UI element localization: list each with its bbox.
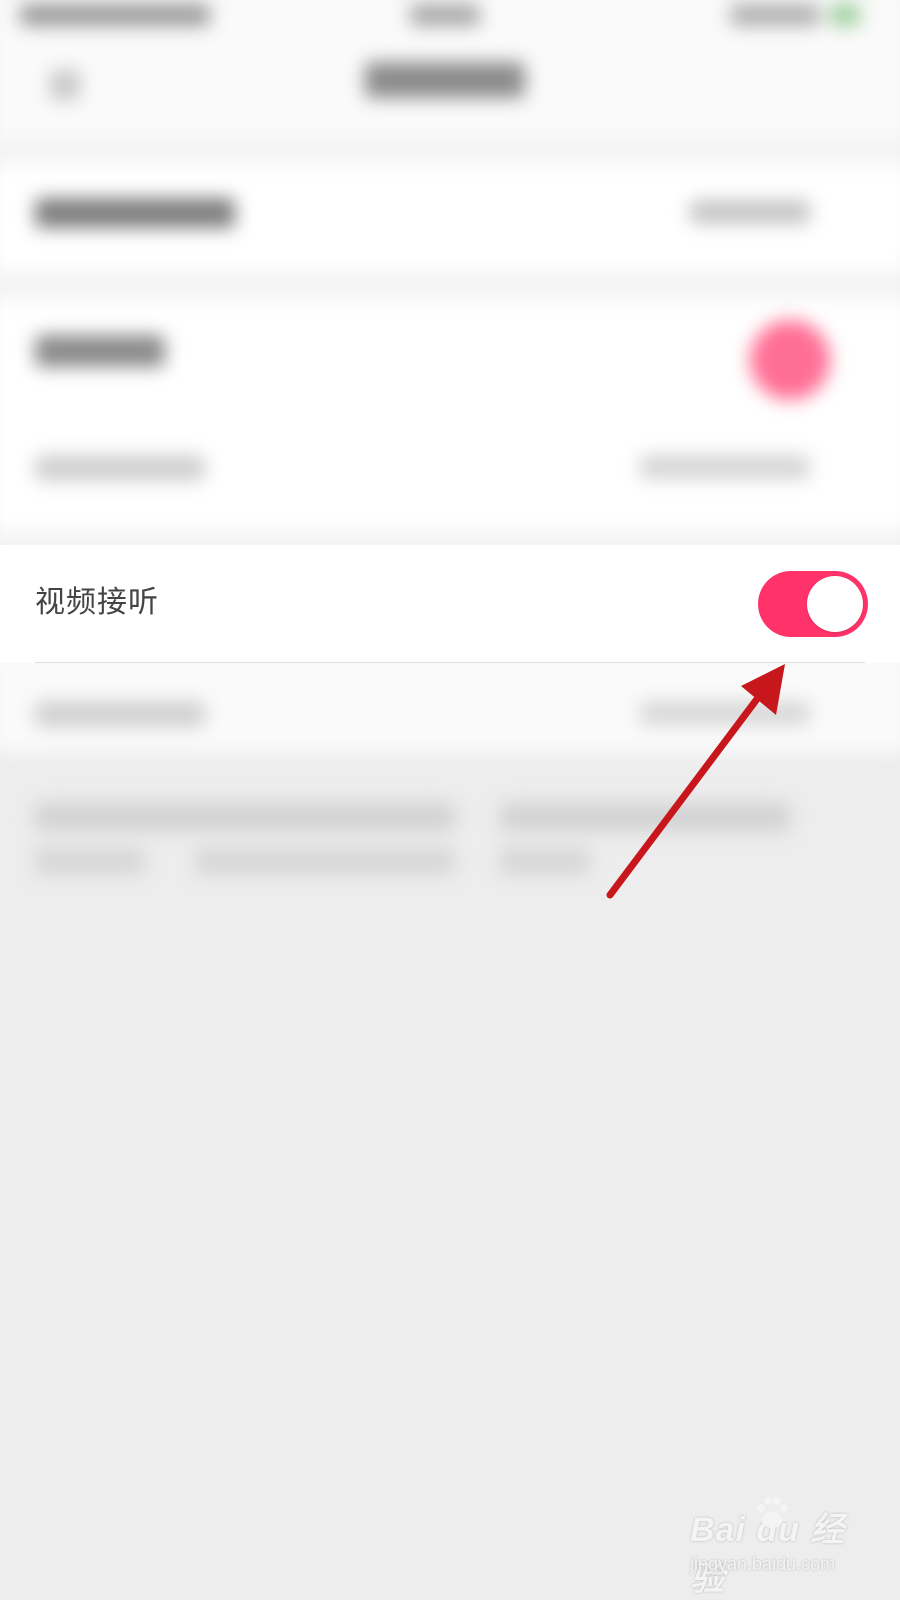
settings-item-label (35, 455, 205, 481)
settings-item-value (690, 200, 810, 224)
footnote-text (35, 803, 455, 831)
status-bar-time (410, 4, 480, 26)
footnote-text (195, 848, 455, 874)
settings-item-value (640, 701, 810, 725)
toggle-switch[interactable] (750, 320, 830, 400)
settings-item-label (35, 701, 205, 727)
settings-item-label (35, 198, 235, 228)
status-bar-indicators (730, 4, 820, 26)
status-bar-carrier (20, 4, 210, 26)
battery-icon (830, 4, 860, 26)
blurred-settings-top (0, 0, 900, 545)
settings-row-label: 视频接听 (35, 585, 159, 620)
video-answer-toggle[interactable] (758, 571, 868, 637)
toggle-knob (807, 576, 863, 632)
footnote-text (500, 848, 590, 874)
baidu-paw-icon (757, 1497, 788, 1528)
settings-item-label (35, 335, 165, 367)
baidu-jingyan-watermark: Bai du 经验 jingyan.baidu.com (690, 1497, 880, 1598)
settings-item-value (640, 455, 810, 479)
blurred-settings-bottom (0, 663, 900, 963)
footnote-text (500, 803, 790, 831)
page-title (365, 62, 525, 98)
footnote-text (35, 848, 145, 874)
back-arrow-icon[interactable] (50, 70, 80, 100)
watermark-url: jingyan.baidu.com (690, 1554, 836, 1574)
